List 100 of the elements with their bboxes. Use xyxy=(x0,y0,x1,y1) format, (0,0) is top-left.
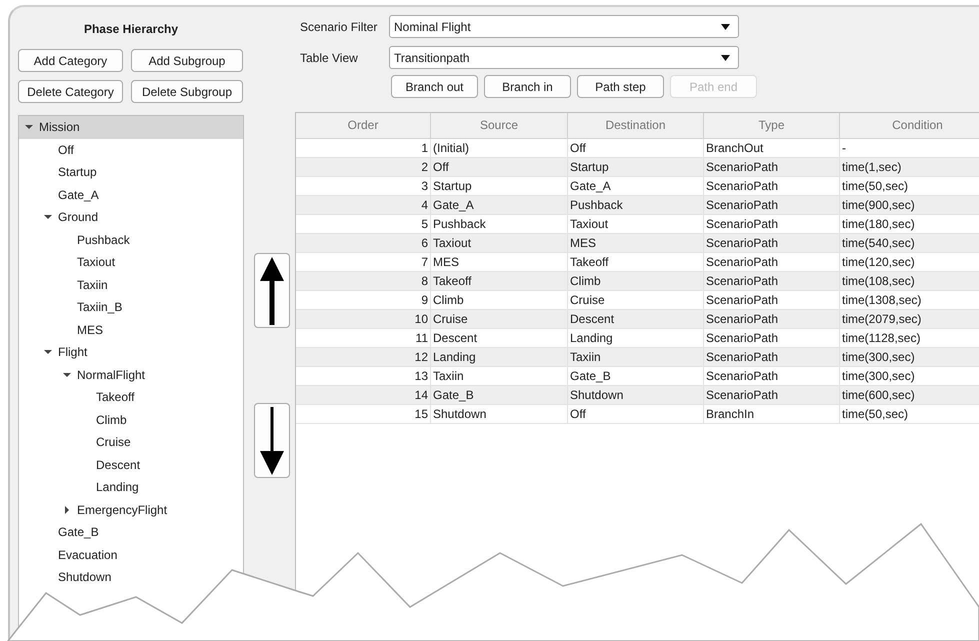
tree-item[interactable]: Mission xyxy=(19,116,243,138)
table-cell: BranchIn xyxy=(704,405,840,423)
table-cell: Gate_B xyxy=(431,386,568,404)
table-cell: ScenarioPath xyxy=(704,329,840,347)
path-button[interactable]: Branch in xyxy=(484,75,571,98)
table-cell: ScenarioPath xyxy=(704,367,840,385)
table-cell: - xyxy=(840,139,979,157)
table-cell: Taxiin xyxy=(568,348,704,366)
path-button[interactable]: Branch out xyxy=(391,75,478,98)
table-cell: Landing xyxy=(568,329,704,347)
tree-item[interactable]: Gate_B xyxy=(19,521,103,544)
tree-item[interactable]: Takeoff xyxy=(19,386,138,408)
table-cell: 13 xyxy=(296,367,431,385)
collapse-icon[interactable] xyxy=(44,348,52,356)
table-cell: 10 xyxy=(296,310,431,328)
table-cell: time(50,sec) xyxy=(840,405,979,423)
tree-item[interactable]: Descent xyxy=(19,454,144,476)
table-view-dropdown[interactable]: Transitionpath xyxy=(389,46,739,69)
table-cell: Climb xyxy=(431,291,568,309)
tree-item[interactable]: Taxiout xyxy=(19,251,120,274)
down-arrow-icon xyxy=(260,406,284,474)
move-up-button[interactable] xyxy=(254,253,290,328)
add-subgroup-button[interactable]: Add Subgroup xyxy=(131,49,243,72)
caret-icon xyxy=(721,24,730,30)
table-cell: time(1128,sec) xyxy=(840,329,979,347)
table-cell: time(180,sec) xyxy=(840,215,979,233)
table-cell: time(2079,sec) xyxy=(840,310,979,328)
column-header[interactable]: Destination xyxy=(568,113,704,138)
column-header[interactable]: Type xyxy=(704,113,840,138)
table-cell: Off xyxy=(568,405,704,423)
table-cell: time(108,sec) xyxy=(840,272,979,290)
tree-item[interactable]: Taxiin xyxy=(19,274,112,296)
table-cell: time(1308,sec) xyxy=(840,291,979,309)
up-arrow-icon xyxy=(260,256,284,324)
path-button[interactable]: Path step xyxy=(577,75,664,98)
table-cell: 6 xyxy=(296,234,431,252)
panel-title: Phase Hierarchy xyxy=(82,21,180,38)
table-cell: 8 xyxy=(296,272,431,290)
table-cell: ScenarioPath xyxy=(704,386,840,404)
table-cell: time(900,sec) xyxy=(840,196,979,214)
table-cell: Shutdown xyxy=(568,386,704,404)
add-category-button[interactable]: Add Category xyxy=(18,49,123,72)
table-cell: 11 xyxy=(296,329,431,347)
table-cell: 12 xyxy=(296,348,431,366)
tree-item[interactable]: Gate_A xyxy=(19,184,103,206)
collapse-icon[interactable] xyxy=(25,123,33,132)
table-cell: time(300,sec) xyxy=(840,367,979,385)
table-cell: Taxiout xyxy=(568,215,704,233)
table-cell: Off xyxy=(568,139,704,157)
table-cell: time(50,sec) xyxy=(840,177,979,195)
table-cell: 7 xyxy=(296,253,431,271)
tree-item[interactable]: Evacuation xyxy=(19,544,122,566)
table-cell: 1 xyxy=(296,139,431,157)
tree-item[interactable]: Taxiin_B xyxy=(19,296,126,318)
table-cell: Gate_A xyxy=(568,177,704,195)
table-cell: Taxiin xyxy=(431,367,568,385)
table-cell: 14 xyxy=(296,386,431,404)
tree-item[interactable]: Ground xyxy=(19,206,102,228)
delete-subgroup-button[interactable]: Delete Subgroup xyxy=(131,80,243,103)
table-cell: ScenarioPath xyxy=(704,272,840,290)
tree-item[interactable]: Startup xyxy=(19,161,101,184)
table-cell: Cruise xyxy=(431,310,568,328)
field-label: Table View xyxy=(300,50,359,64)
table-cell: time(600,sec) xyxy=(840,386,979,404)
table-cell: ScenarioPath xyxy=(704,310,840,328)
table-cell: 2 xyxy=(296,158,431,176)
table-cell: Takeoff xyxy=(431,272,568,290)
scenario-filter-dropdown[interactable]: Nominal Flight xyxy=(389,15,739,38)
column-header[interactable]: Order xyxy=(296,113,431,138)
table-cell: 3 xyxy=(296,177,431,195)
tree-item[interactable]: Landing xyxy=(19,476,143,498)
expand-icon[interactable] xyxy=(63,506,71,514)
column-header[interactable]: Condition xyxy=(840,113,979,138)
table-cell: Landing xyxy=(431,348,568,366)
table-cell: Pushback xyxy=(568,196,704,214)
move-down-button[interactable] xyxy=(254,403,290,478)
tree-item[interactable]: EmergencyFlight xyxy=(19,498,172,521)
table-cell: ScenarioPath xyxy=(704,253,840,271)
tree-item[interactable]: MES xyxy=(19,318,108,341)
tree-item[interactable]: Shutdown xyxy=(19,566,116,588)
tree-item[interactable]: Climb xyxy=(19,408,131,431)
tree-item[interactable]: Pushback xyxy=(19,228,134,251)
table-cell: Takeoff xyxy=(568,253,704,271)
table-cell: Cruise xyxy=(568,291,704,309)
table-cell: 9 xyxy=(296,291,431,309)
table-cell: BranchOut xyxy=(704,139,840,157)
table-cell: Climb xyxy=(568,272,704,290)
tree-item[interactable]: Off xyxy=(19,138,78,161)
field-label: Scenario Filter xyxy=(300,20,378,34)
tree-item[interactable]: NormalFlight xyxy=(19,364,150,386)
delete-category-button[interactable]: Delete Category xyxy=(18,80,123,103)
table-cell: 5 xyxy=(296,215,431,233)
collapse-icon[interactable] xyxy=(44,213,52,222)
table-cell: Startup xyxy=(568,158,704,176)
tree-item[interactable]: Flight xyxy=(19,341,92,364)
tree-item[interactable]: Cruise xyxy=(19,431,135,454)
table-cell: time(540,sec) xyxy=(840,234,979,252)
table-cell: Taxiout xyxy=(431,234,568,252)
column-header[interactable]: Source xyxy=(431,113,568,138)
collapse-icon[interactable] xyxy=(63,370,71,379)
